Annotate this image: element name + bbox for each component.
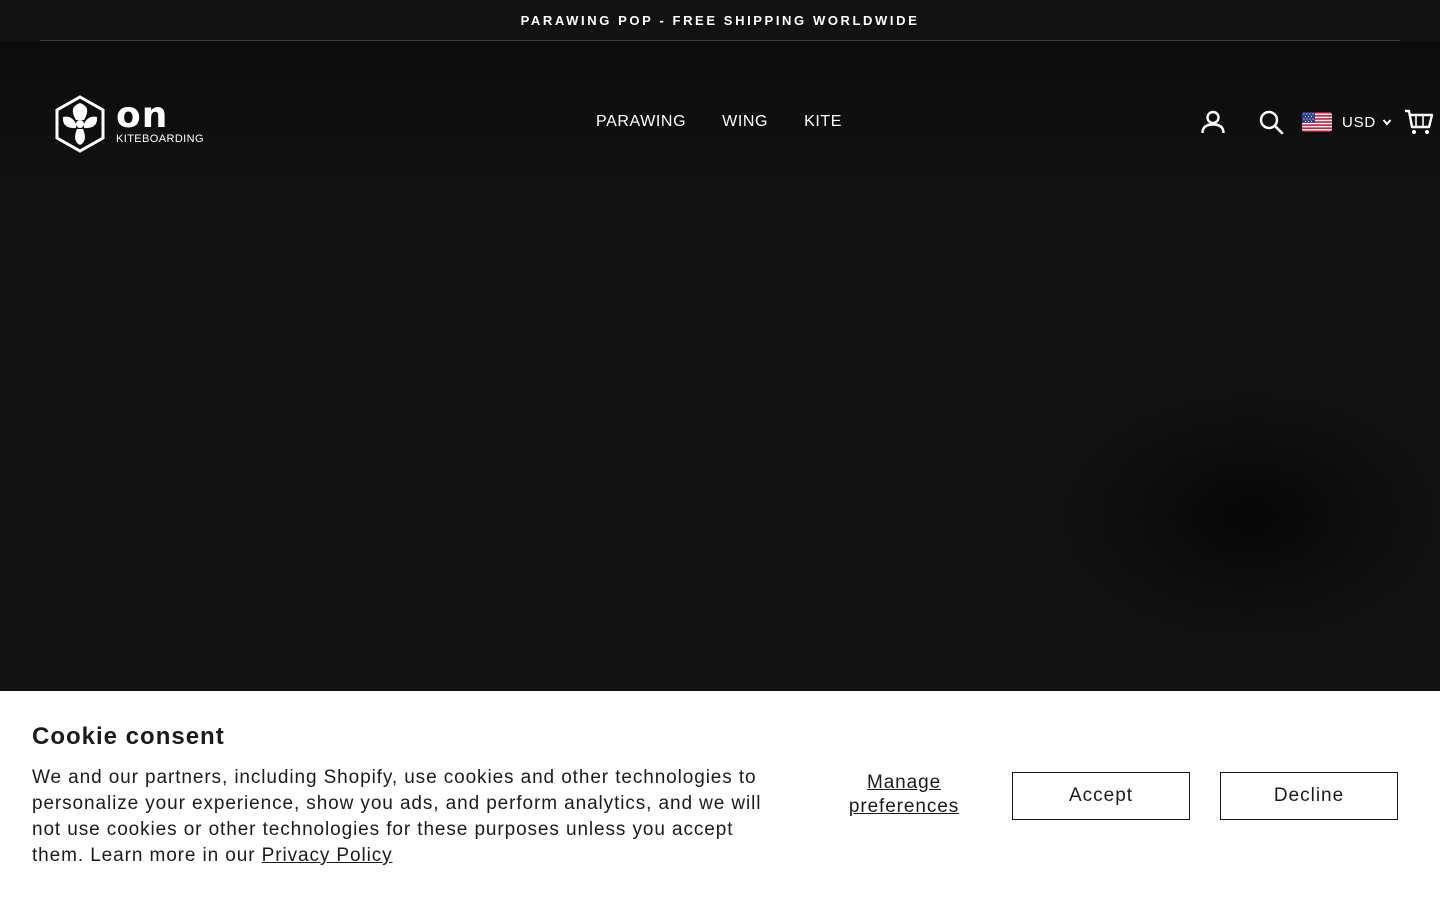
logo-cube-icon (55, 95, 105, 153)
nav-item-wing[interactable]: WING (704, 113, 786, 131)
cookie-title: Cookie consent (32, 723, 225, 750)
logo-subtitle: KITEBOARDING (116, 132, 204, 145)
site-header: on KITEBOARDING PARAWING WING KITE USD (0, 41, 1440, 201)
site-logo[interactable]: on KITEBOARDING (54, 95, 224, 153)
announcement-text: PARAWING POP - FREE SHIPPING WORLDWIDE (520, 12, 920, 28)
cookie-description: We and our partners, including Shopify, … (32, 765, 772, 869)
nav-item-parawing[interactable]: PARAWING (578, 113, 704, 131)
privacy-policy-link[interactable]: Privacy Policy (262, 845, 393, 866)
search-button[interactable] (1254, 105, 1288, 139)
search-icon (1259, 110, 1284, 135)
decline-button[interactable]: Decline (1220, 772, 1398, 820)
manage-preferences-button[interactable]: Manage preferences (834, 771, 974, 819)
nav-item-kite[interactable]: KITE (786, 113, 860, 131)
main-nav: PARAWING WING KITE (578, 107, 860, 137)
cookie-consent-banner: Cookie consent We and our partners, incl… (0, 691, 1440, 900)
cart-icon (1405, 109, 1434, 134)
hero-section (0, 201, 1440, 691)
hero-image-placeholder (1060, 391, 1440, 641)
currency-label: USD (1342, 113, 1377, 131)
accept-button[interactable]: Accept (1012, 772, 1190, 820)
cookie-body: We and our partners, including Shopify, … (32, 767, 762, 866)
header-icons: USD (1196, 105, 1434, 139)
logo-wordmark: on (116, 94, 169, 136)
chevron-down-icon (1382, 119, 1392, 126)
announcement-bar: PARAWING POP - FREE SHIPPING WORLDWIDE (0, 0, 1440, 40)
currency-selector[interactable]: USD (1302, 112, 1392, 132)
account-icon (1201, 110, 1225, 134)
cart-button[interactable] (1404, 105, 1434, 139)
us-flag-icon (1302, 112, 1332, 132)
account-button[interactable] (1196, 105, 1230, 139)
